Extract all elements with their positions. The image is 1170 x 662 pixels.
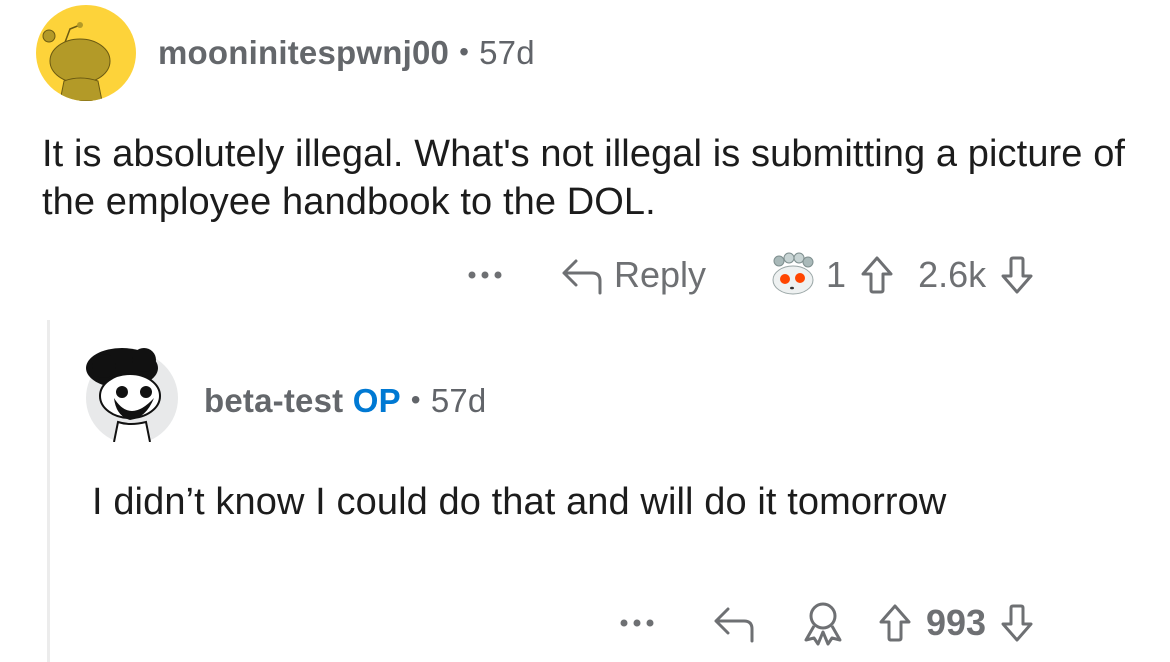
comment-body: It is absolutely illegal. What's not ill… <box>42 133 1126 223</box>
comment-age: 57d <box>479 34 535 71</box>
avatar-beta-test[interactable] <box>84 346 180 442</box>
comment-actions: Reply 1 2.6k <box>462 252 1034 298</box>
separator-dot: • <box>459 36 470 67</box>
reply-icon <box>562 259 602 295</box>
thread-line[interactable] <box>47 320 50 662</box>
score: 2.6k <box>918 254 987 295</box>
downvote-button[interactable] <box>1000 255 1034 295</box>
username[interactable]: beta-test <box>204 382 343 419</box>
username[interactable]: mooninitespwnj00 <box>158 34 449 71</box>
more-options-button[interactable] <box>462 270 512 280</box>
separator-dot: • <box>410 384 421 415</box>
more-dots-icon <box>468 271 502 279</box>
snoo-afro-avatar-icon <box>86 348 178 442</box>
downvote-button[interactable] <box>1000 603 1034 643</box>
reply-button[interactable]: Reply <box>560 254 706 296</box>
upvote-arrow-icon <box>861 256 893 294</box>
snoo-avatar-icon <box>42 22 111 101</box>
upvote-button[interactable] <box>878 603 912 643</box>
downvote-arrow-icon <box>1001 256 1033 294</box>
more-dots-icon <box>620 619 654 627</box>
more-options-button[interactable] <box>618 618 660 628</box>
upvote-arrow-icon <box>879 604 911 642</box>
score: 993 <box>926 602 987 643</box>
downvote-arrow-icon <box>1001 604 1033 642</box>
op-badge: OP <box>352 382 401 419</box>
give-award-button[interactable] <box>800 600 846 646</box>
upvote-button[interactable] <box>860 255 894 295</box>
award-ribbon-icon <box>804 602 842 646</box>
comment-actions: 993 <box>618 600 1034 646</box>
award-display[interactable]: 1 <box>766 252 846 298</box>
snoo-award-icon <box>772 252 814 295</box>
reply-icon <box>714 607 754 643</box>
comment-meta: mooninitespwnj00 • 57d <box>158 34 535 72</box>
comment-body: I didn’t know I could do that and will d… <box>92 481 947 523</box>
reply-button[interactable] <box>712 603 758 643</box>
award-count: 1 <box>826 254 847 295</box>
reply-label: Reply <box>614 254 707 295</box>
comment-meta: beta-test OP • 57d <box>204 382 486 420</box>
avatar-mooninitespwnj00[interactable] <box>36 5 136 101</box>
comment-age: 57d <box>430 382 487 419</box>
